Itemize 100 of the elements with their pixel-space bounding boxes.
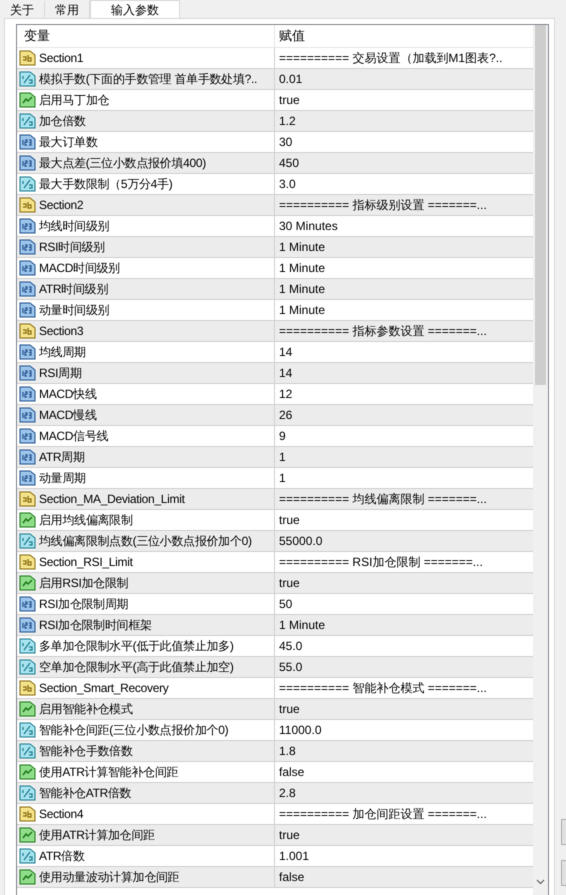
parameter-value[interactable]: ========== 加仓间距设置 =======...	[279, 805, 487, 823]
parameter-value[interactable]: ========== 均线偏离限制 =======...	[279, 490, 487, 508]
parameter-value[interactable]: 55.0	[279, 658, 302, 676]
scrollbar-thumb[interactable]	[535, 25, 546, 385]
parameter-value[interactable]: ========== 智能补仓模式 =======...	[279, 679, 487, 697]
parameter-name: ATR周期	[39, 449, 85, 466]
parameter-name: 均线偏离限制点数(三位小数点报价加个0)	[39, 533, 252, 550]
parameter-name: 均线时间级别	[39, 218, 110, 235]
parameter-value[interactable]: true	[279, 574, 300, 592]
parameter-value[interactable]: 1.2	[279, 112, 296, 130]
scroll-down-icon[interactable]	[536, 879, 545, 885]
parameter-value[interactable]: true	[279, 511, 300, 529]
number-type-icon	[19, 302, 36, 318]
fraction-type-icon	[19, 848, 36, 864]
parameter-name: 多单加仓限制水平(低于此值禁止加多)	[39, 638, 234, 655]
parameter-value[interactable]: 14	[279, 343, 292, 361]
parameter-name: Section_RSI_Limit	[39, 554, 133, 571]
parameter-value[interactable]: 30 Minutes	[279, 217, 338, 235]
parameter-name: Section3	[39, 323, 84, 340]
number-type-icon	[19, 218, 36, 234]
toggle-type-icon	[19, 764, 36, 780]
parameter-name: MACD信号线	[39, 428, 108, 445]
number-type-icon	[19, 281, 36, 297]
parameter-value[interactable]: 9	[279, 427, 286, 445]
number-type-icon	[19, 617, 36, 633]
parameter-value[interactable]: true	[279, 91, 300, 109]
parameter-name: Section1	[39, 50, 84, 67]
number-type-icon	[19, 449, 36, 465]
parameter-name: ATR倍数	[39, 848, 85, 865]
parameter-name: 使用动量波动计算加仓间距	[39, 869, 180, 886]
parameter-value[interactable]: 12	[279, 385, 292, 403]
parameter-name: 智能补仓ATR倍数	[39, 785, 132, 802]
parameter-name: 最大点差(三位小数点报价填400)	[39, 155, 206, 172]
parameter-name: 均线周期	[39, 344, 86, 361]
text-type-icon	[19, 491, 36, 507]
tab[interactable]: 输入参数	[90, 0, 180, 18]
number-type-icon	[19, 239, 36, 255]
parameter-value[interactable]: ========== 交易设置（加载到M1图表?..	[279, 49, 502, 67]
toggle-type-icon	[19, 92, 36, 108]
parameter-name: 使用ATR计算智能补仓间距	[39, 764, 178, 781]
parameter-value[interactable]: 0.01	[279, 70, 302, 88]
number-type-icon	[19, 428, 36, 444]
parameter-value[interactable]: 1.001	[279, 847, 310, 865]
fraction-type-icon	[19, 722, 36, 738]
parameter-value[interactable]: 1 Minute	[279, 238, 326, 256]
parameter-value[interactable]: false	[279, 763, 304, 781]
parameter-value[interactable]: 1 Minute	[279, 301, 326, 319]
fraction-type-icon	[19, 785, 36, 801]
toggle-type-icon	[19, 869, 36, 885]
parameter-value[interactable]: true	[279, 700, 300, 718]
parameter-name: 加仓倍数	[39, 113, 86, 130]
parameter-name: 最大订单数	[39, 134, 98, 151]
parameter-value[interactable]: 50	[279, 595, 292, 613]
parameter-name: 智能补仓手数倍数	[39, 743, 133, 760]
fraction-type-icon	[19, 71, 36, 87]
parameter-value[interactable]: 1	[279, 469, 286, 487]
parameter-value[interactable]: 450	[279, 154, 300, 172]
parameter-value[interactable]: 55000.0	[279, 532, 322, 550]
parameter-value[interactable]: 30	[279, 133, 292, 151]
number-type-icon	[19, 470, 36, 486]
parameter-value[interactable]: 11000.0	[279, 721, 322, 739]
number-type-icon	[19, 155, 36, 171]
number-type-icon	[19, 365, 36, 381]
parameter-value[interactable]: 26	[279, 406, 292, 424]
parameter-name: RSI周期	[39, 365, 82, 382]
parameter-value[interactable]: 3.0	[279, 175, 296, 193]
parameter-name: Section2	[39, 197, 84, 214]
parameter-value[interactable]: 45.0	[279, 637, 302, 655]
parameter-value[interactable]: true	[279, 826, 300, 844]
toggle-type-icon	[19, 575, 36, 591]
parameter-name: 启用均线偏离限制	[39, 512, 133, 529]
parameter-value[interactable]: ========== RSI加仓限制 =======...	[279, 553, 483, 571]
parameter-name: 启用智能补仓模式	[39, 701, 133, 718]
parameter-name: Section_MA_Deviation_Limit	[39, 491, 185, 508]
parameter-value[interactable]: 2.8	[279, 784, 296, 802]
parameter-name: RSI加仓限制周期	[39, 596, 128, 613]
toggle-type-icon	[19, 701, 36, 717]
text-type-icon	[19, 806, 36, 822]
parameter-name: 使用ATR计算加仓间距	[39, 827, 155, 844]
text-type-icon	[19, 554, 36, 570]
parameter-name: RSI时间级别	[39, 239, 105, 256]
parameter-value[interactable]: 1 Minute	[279, 280, 326, 298]
fraction-type-icon	[19, 533, 36, 549]
parameter-value[interactable]: 1.8	[279, 742, 296, 760]
parameter-value[interactable]: 1 Minute	[279, 259, 326, 277]
parameter-name: 启用RSI加仓限制	[39, 575, 128, 592]
number-type-icon	[19, 386, 36, 402]
parameter-value[interactable]: false	[279, 868, 304, 886]
parameter-name: 空单加仓限制水平(高于此值禁止加空)	[39, 659, 234, 676]
parameter-name: 最大手数限制（5万分4手)	[39, 176, 172, 193]
parameter-value[interactable]: ========== 指标参数设置 =======...	[279, 322, 487, 340]
parameter-value[interactable]: 1	[279, 448, 286, 466]
parameter-value[interactable]: 1 Minute	[279, 616, 326, 634]
number-type-icon	[19, 596, 36, 612]
parameter-name: MACD时间级别	[39, 260, 120, 277]
column-header[interactable]: 赋值	[275, 25, 533, 47]
scrollbar[interactable]	[533, 25, 548, 895]
column-header[interactable]: 变量	[17, 25, 275, 47]
parameter-value[interactable]: 14	[279, 364, 292, 382]
parameter-value[interactable]: ========== 指标级别设置 =======...	[279, 196, 487, 214]
